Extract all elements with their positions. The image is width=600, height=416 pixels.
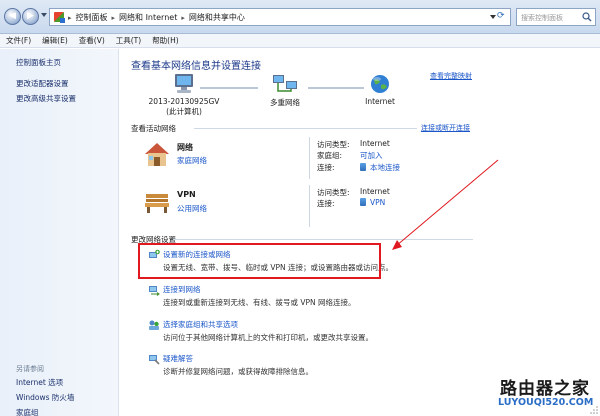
full-map-link[interactable]: 查看完整映射 — [430, 71, 472, 81]
network-type-link[interactable]: 家庭网络 — [177, 155, 207, 166]
see-also-heading: 另请参阅 — [16, 365, 44, 373]
watermark: 路由器之家 LUYOUQI520.COM — [492, 372, 598, 414]
divider — [194, 128, 417, 129]
active-networks-heading: 查看活动网络 — [131, 124, 176, 133]
breadcrumb-item-network-internet[interactable]: 网络和 Internet — [119, 12, 177, 23]
menu-edit[interactable]: 编辑(E) — [42, 35, 68, 46]
task-description: 访问位于其他网络计算机上的文件和打印机，或更改共享设置。 — [163, 333, 373, 342]
task-description: 连接到或重新连接到无线、有线、拨号或 VPN 网络连接。 — [163, 298, 356, 307]
network-name: VPN — [177, 190, 196, 199]
troubleshoot-icon — [149, 355, 160, 365]
networks-label: 多重网络 — [270, 98, 300, 107]
map-node-computer: 2013-20130925GV (此计算机) — [144, 73, 224, 117]
control-panel-icon — [54, 12, 65, 23]
search-icon[interactable] — [582, 12, 592, 22]
connect-icon — [149, 286, 160, 296]
page-title: 查看基本网络信息并设置连接 — [131, 61, 261, 72]
menu-tools[interactable]: 工具(T) — [116, 35, 141, 46]
bench-icon — [145, 194, 169, 213]
homegroup-label: 家庭组: — [317, 151, 343, 160]
left-pane: 控制面板主页 更改适配器设置 更改高级共享设置 另请参阅 Internet 选项… — [0, 49, 119, 416]
network-icon — [273, 75, 297, 92]
connection-icon — [360, 198, 366, 206]
search-placeholder: 搜索控制面板 — [521, 14, 563, 22]
back-button[interactable]: ◀ — [4, 8, 21, 25]
search-input[interactable]: 搜索控制面板 — [516, 8, 596, 26]
connection-link[interactable]: VPN — [360, 198, 385, 207]
access-type-label: 访问类型: — [317, 188, 350, 197]
connection-icon — [360, 163, 366, 171]
home-icon — [145, 143, 169, 166]
network-type-link[interactable]: 公用网络 — [177, 203, 207, 214]
computer-sub: (此计算机) — [166, 107, 202, 116]
computer-name: 2013-20130925GV — [148, 97, 220, 106]
resize-grip-icon[interactable] — [590, 406, 598, 414]
access-type-value: Internet — [360, 139, 390, 148]
address-bar: ◀ ▶ ▸ 控制面板 ▸ 网络和 Internet ▸ 网络和共享中心 ⟳ 搜索… — [0, 0, 600, 34]
chevron-right-icon[interactable]: ▸ — [112, 14, 116, 22]
forward-button[interactable]: ▶ — [22, 8, 39, 25]
homegroup-icon — [149, 320, 159, 330]
map-connector — [308, 87, 364, 89]
breadcrumb: ▸ 控制面板 ▸ 网络和 Internet ▸ 网络和共享中心 — [68, 12, 245, 23]
sidebar-item-advanced-sharing[interactable]: 更改高级共享设置 — [16, 93, 76, 104]
sidebar-item-homegroup[interactable]: 家庭组 — [16, 407, 39, 416]
menu-bar: 文件(F) 编辑(E) 查看(V) 工具(T) 帮助(H) — [0, 34, 600, 48]
menu-file[interactable]: 文件(F) — [6, 35, 31, 46]
annotation-arrow — [392, 159, 499, 250]
connection-label: 连接: — [317, 199, 335, 208]
task-title[interactable]: 连接到网络 — [163, 284, 201, 295]
menu-help[interactable]: 帮助(H) — [152, 35, 179, 46]
task-description: 诊断并修复网络问题，或获得故障排除信息。 — [163, 367, 313, 376]
globe-icon — [371, 75, 389, 93]
sidebar-item-firewall[interactable]: Windows 防火墙 — [16, 392, 74, 403]
map-node-internet: Internet — [360, 73, 400, 106]
divider — [309, 185, 310, 227]
connection-name: VPN — [370, 198, 386, 207]
main-content: 查看基本网络信息并设置连接 查看完整映射 2013-20130925GV (此计… — [120, 49, 600, 416]
connection-label: 连接: — [317, 163, 335, 172]
refresh-icon[interactable]: ⟳ — [497, 11, 508, 22]
address-dropdown-icon[interactable] — [490, 15, 496, 19]
breadcrumb-item-control-panel[interactable]: 控制面板 — [76, 12, 108, 23]
task-title[interactable]: 疑难解答 — [163, 353, 193, 364]
access-type-label: 访问类型: — [317, 140, 350, 149]
homegroup-link[interactable]: 可加入 — [360, 150, 383, 161]
breadcrumb-box[interactable]: ▸ 控制面板 ▸ 网络和 Internet ▸ 网络和共享中心 ⟳ — [49, 8, 511, 26]
access-type-value: Internet — [360, 187, 390, 196]
internet-label: Internet — [365, 97, 395, 106]
sidebar-item-home[interactable]: 控制面板主页 — [16, 57, 61, 68]
breadcrumb-item-network-sharing[interactable]: 网络和共享中心 — [189, 12, 245, 23]
network-name: 网络 — [177, 143, 193, 152]
menu-view[interactable]: 查看(V) — [79, 35, 105, 46]
divider — [309, 137, 310, 179]
task-title[interactable]: 选择家庭组和共享选项 — [163, 319, 238, 330]
highlight-box — [138, 243, 381, 279]
chevron-right-icon[interactable]: ▸ — [181, 14, 185, 22]
computer-icon — [175, 74, 193, 93]
recent-pages-dropdown-icon[interactable] — [41, 13, 47, 17]
map-node-networks: 多重网络 — [260, 73, 310, 108]
watermark-url: LUYOUQI520.COM — [498, 397, 594, 408]
sidebar-item-adapter-settings[interactable]: 更改适配器设置 — [16, 78, 69, 89]
sidebar-item-internet-options[interactable]: Internet 选项 — [16, 377, 63, 388]
watermark-title: 路由器之家 — [500, 379, 590, 399]
connect-disconnect-link[interactable]: 连接或断开连接 — [421, 123, 470, 133]
chevron-right-icon[interactable]: ▸ — [68, 14, 72, 22]
